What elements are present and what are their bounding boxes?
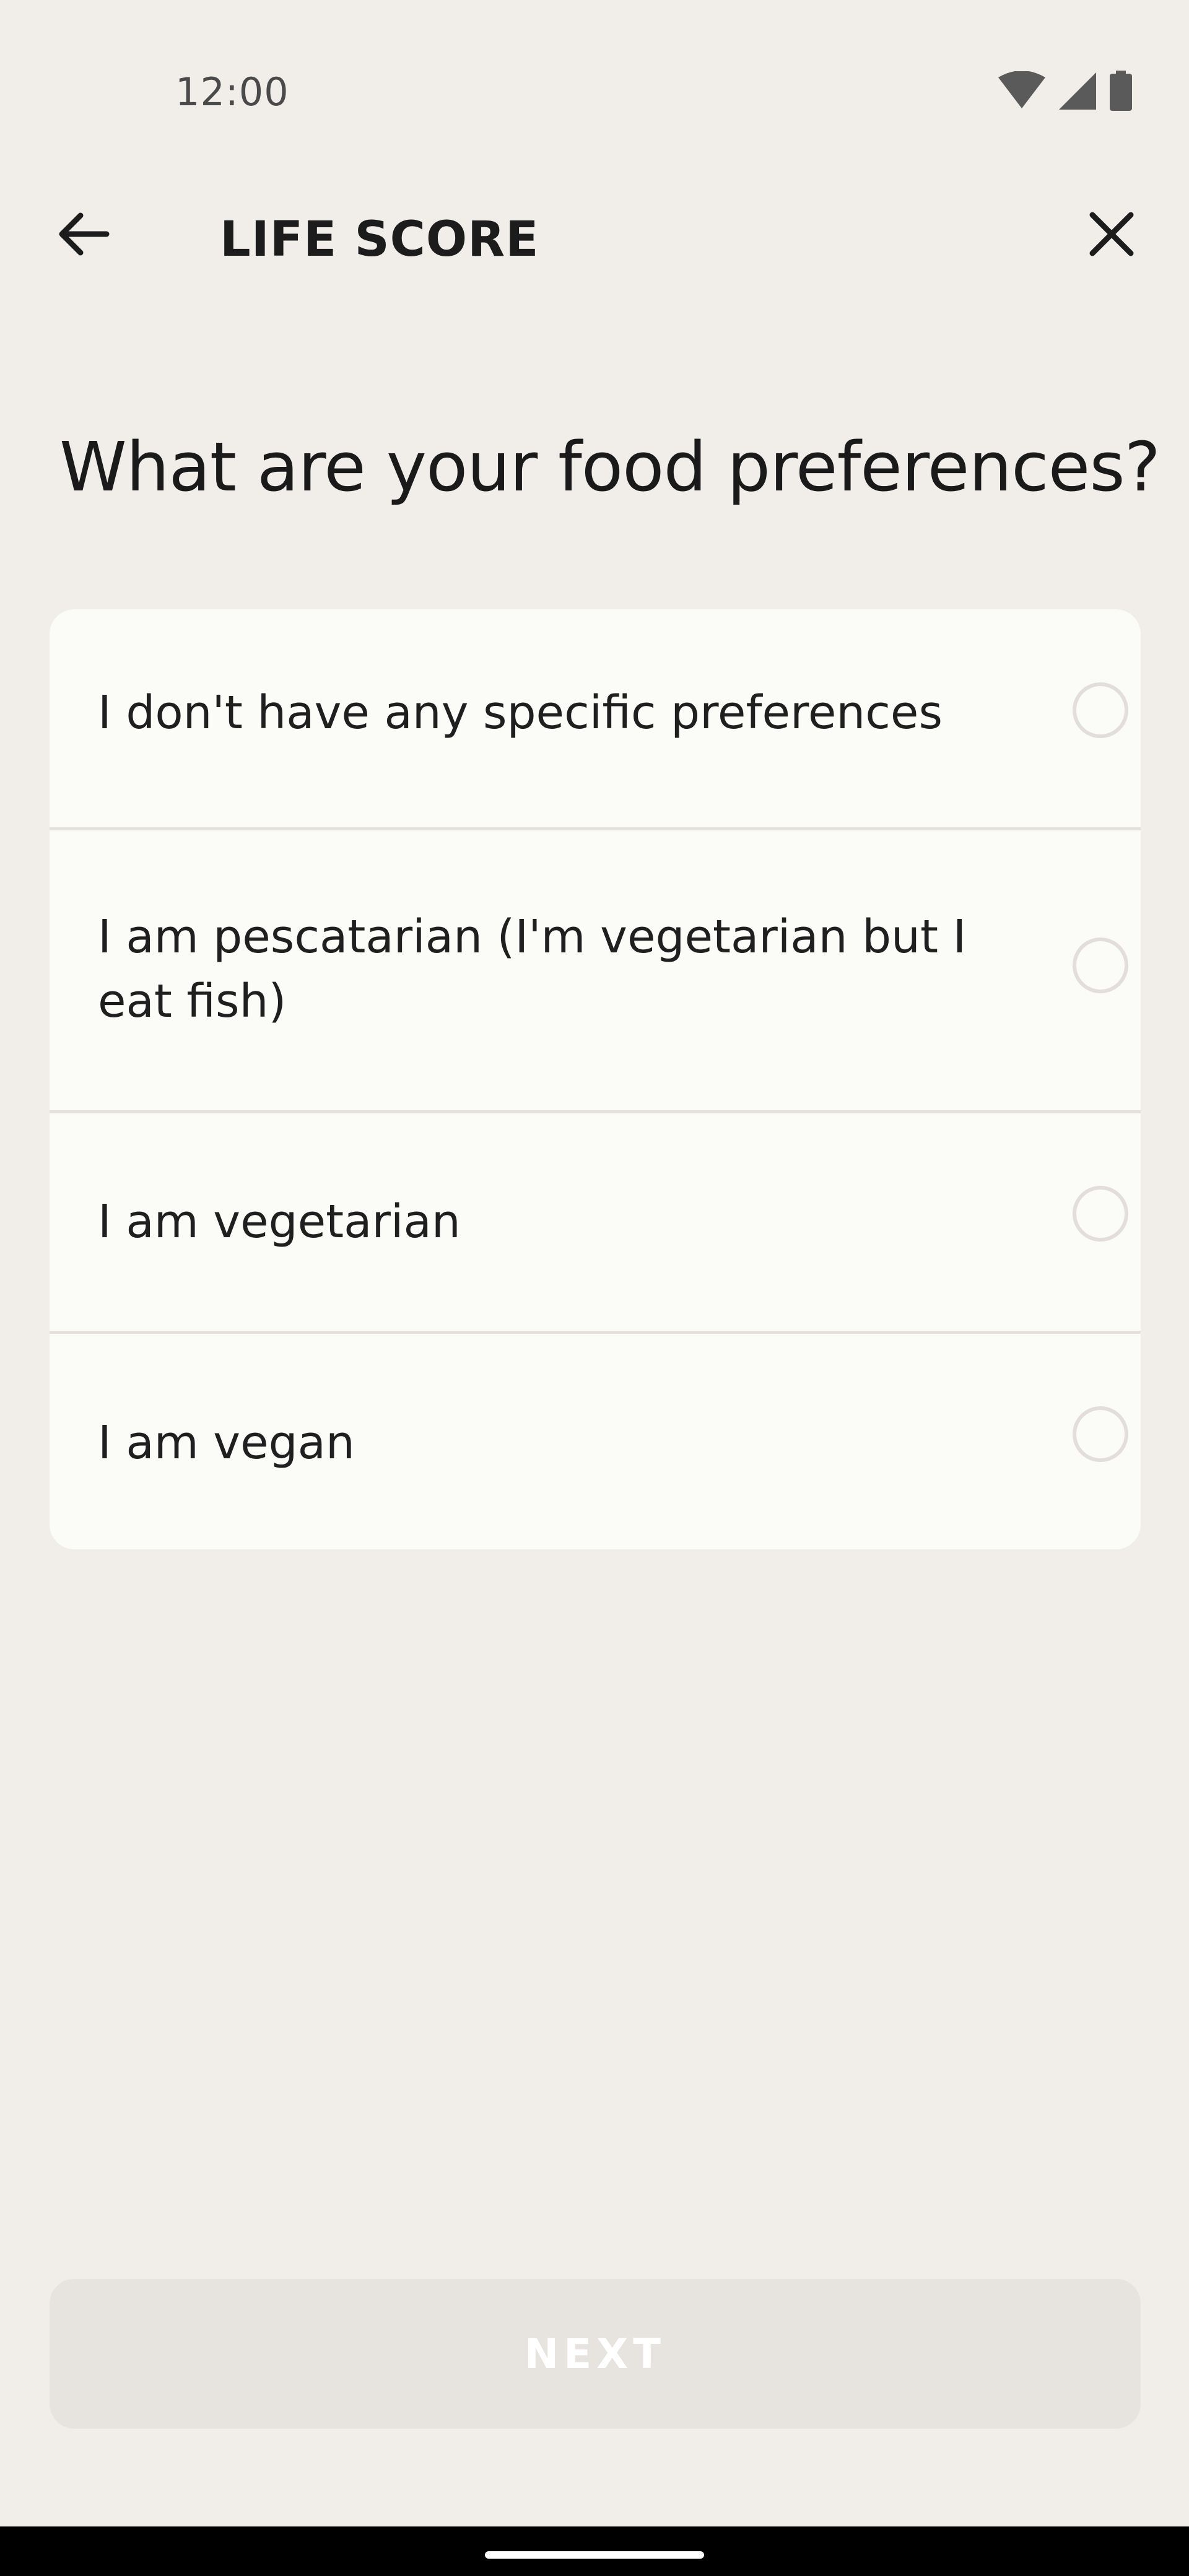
option-label: I don't have any specific preferences bbox=[98, 686, 943, 739]
next-button-label: NEXT bbox=[524, 2330, 666, 2378]
option-vegetarian[interactable]: I am vegetarian bbox=[50, 1110, 1141, 1331]
radio-button[interactable] bbox=[1073, 1186, 1128, 1242]
option-label: I am pescatarian (I'm vegetarian but I e… bbox=[98, 910, 967, 1028]
status-icons bbox=[997, 69, 1133, 113]
radio-button[interactable] bbox=[1073, 682, 1128, 738]
option-vegan[interactable]: I am vegan bbox=[50, 1331, 1141, 1549]
status-time: 12:00 bbox=[175, 69, 289, 115]
cellular-signal-icon bbox=[1058, 71, 1097, 111]
option-pescatarian[interactable]: I am pescatarian (I'm vegetarian but I e… bbox=[50, 827, 1141, 1110]
app-bar: LIFE SCORE bbox=[0, 180, 1189, 291]
arrow-left-icon bbox=[57, 212, 110, 258]
home-indicator[interactable] bbox=[485, 2551, 704, 2559]
system-nav-bar bbox=[0, 2526, 1189, 2576]
close-button[interactable] bbox=[1078, 204, 1146, 266]
battery-icon bbox=[1108, 71, 1133, 111]
radio-button[interactable] bbox=[1073, 938, 1128, 993]
option-label: I am vegetarian bbox=[98, 1195, 461, 1248]
close-icon bbox=[1089, 211, 1135, 259]
next-button[interactable]: NEXT bbox=[50, 2279, 1141, 2429]
option-no-preferences[interactable]: I don't have any specific preferences bbox=[50, 609, 1141, 827]
back-button[interactable] bbox=[50, 204, 118, 266]
radio-button[interactable] bbox=[1073, 1406, 1128, 1462]
options-list: I don't have any specific preferences I … bbox=[50, 609, 1141, 1549]
question-heading: What are your food preferences? bbox=[59, 427, 1161, 507]
page-title: LIFE SCORE bbox=[220, 212, 539, 268]
option-label: I am vegan bbox=[98, 1416, 355, 1469]
status-bar: 12:00 bbox=[0, 0, 1189, 161]
wifi-icon bbox=[997, 71, 1047, 111]
